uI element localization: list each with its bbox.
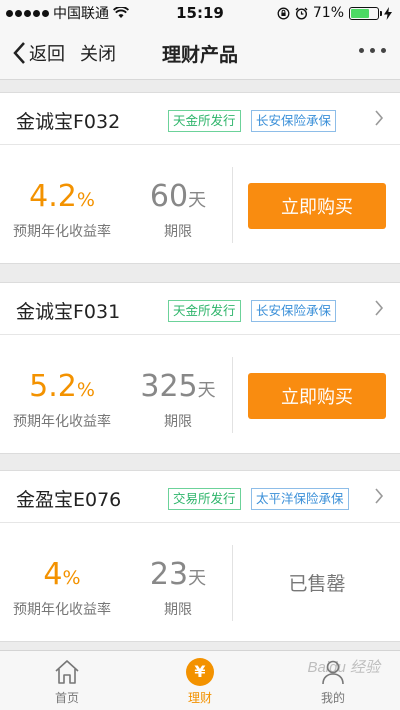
rate-unit: % [62, 567, 81, 589]
rotation-lock-icon [277, 7, 290, 19]
sold-out-status: 已售罄 [288, 573, 346, 595]
term-label: 期限 [164, 224, 192, 240]
back-button[interactable]: 返回 [12, 40, 65, 66]
watermark: Baidu 经验 [307, 659, 380, 676]
card-header[interactable]: 金盈宝E076 交易所发行 太平洋保险承保 [0, 471, 400, 523]
term-value: 23 [149, 557, 189, 592]
tab-home[interactable]: 首页 [0, 651, 134, 710]
buy-now-button[interactable]: 立即购买 [248, 183, 386, 229]
product-card[interactable]: 金诚宝F032 天金所发行 长安保险承保 4.2% 预期年化收益率 60天 期限… [0, 92, 400, 264]
charging-icon [384, 6, 392, 20]
term-label: 期限 [164, 602, 192, 618]
tab-label: 我的 [320, 691, 345, 705]
card-header[interactable]: 金诚宝F032 天金所发行 长安保险承保 [0, 93, 400, 145]
term-label: 期限 [164, 414, 192, 430]
divider [232, 167, 233, 243]
home-icon [55, 660, 79, 684]
battery-percent: 71% [312, 5, 344, 21]
chevron-right-icon [375, 488, 384, 504]
insurer-tag: 长安保险承保 [251, 110, 337, 132]
nav-bar: 返回 关闭 理财产品 [0, 26, 400, 80]
issuer-tag: 天金所发行 [168, 300, 241, 322]
rate-label: 预期年化收益率 [13, 414, 111, 430]
product-name: 金诚宝F032 [16, 111, 121, 133]
expected-rate: 4.2% [0, 179, 124, 214]
expected-rate: 5.2% [0, 369, 124, 404]
tab-label: 首页 [54, 691, 79, 705]
insurer-tag: 太平洋保险承保 [251, 488, 349, 510]
product-card[interactable]: 金诚宝F031 天金所发行 长安保险承保 5.2% 预期年化收益率 325天 期… [0, 282, 400, 454]
term-unit: 天 [188, 568, 207, 589]
product-name: 金盈宝E076 [16, 489, 122, 511]
back-label: 返回 [29, 44, 65, 65]
divider [232, 357, 233, 433]
chevron-right-icon [375, 110, 384, 126]
term-value: 60 [149, 179, 189, 214]
battery-icon [349, 6, 382, 20]
yen-icon: ¥ [186, 658, 214, 686]
expected-rate: 4% [0, 557, 124, 592]
term: 325天 [128, 369, 228, 404]
issuer-tag: 天金所发行 [168, 110, 241, 132]
more-dots-icon[interactable] [359, 48, 386, 53]
product-name: 金诚宝F031 [16, 301, 121, 323]
chevron-right-icon [375, 300, 384, 316]
card-header[interactable]: 金诚宝F031 天金所发行 长安保险承保 [0, 283, 400, 335]
insurer-tag: 长安保险承保 [251, 300, 337, 322]
term: 23天 [128, 557, 228, 592]
term-unit: 天 [188, 190, 207, 211]
tab-finance[interactable]: ¥ 理财 [133, 651, 267, 710]
rate-unit: % [76, 189, 95, 211]
status-bar: 中国联通 15:19 71% [0, 0, 400, 26]
term-value: 325 [140, 369, 198, 404]
rate-value: 4.2 [29, 179, 77, 214]
issuer-tag: 交易所发行 [168, 488, 241, 510]
close-button[interactable]: 关闭 [80, 40, 116, 66]
tab-label: 理财 [187, 691, 212, 705]
divider [232, 545, 233, 621]
rate-label: 预期年化收益率 [13, 224, 111, 240]
rate-value: 4 [43, 557, 63, 592]
term-unit: 天 [197, 380, 216, 401]
product-card[interactable]: 金盈宝E076 交易所发行 太平洋保险承保 4% 预期年化收益率 23天 期限 … [0, 470, 400, 642]
rate-unit: % [76, 379, 95, 401]
term: 60天 [128, 179, 228, 214]
rate-label: 预期年化收益率 [13, 602, 111, 618]
rate-value: 5.2 [29, 369, 77, 404]
chevron-left-icon [13, 42, 25, 64]
buy-now-button[interactable]: 立即购买 [248, 373, 386, 419]
alarm-icon [295, 7, 308, 20]
